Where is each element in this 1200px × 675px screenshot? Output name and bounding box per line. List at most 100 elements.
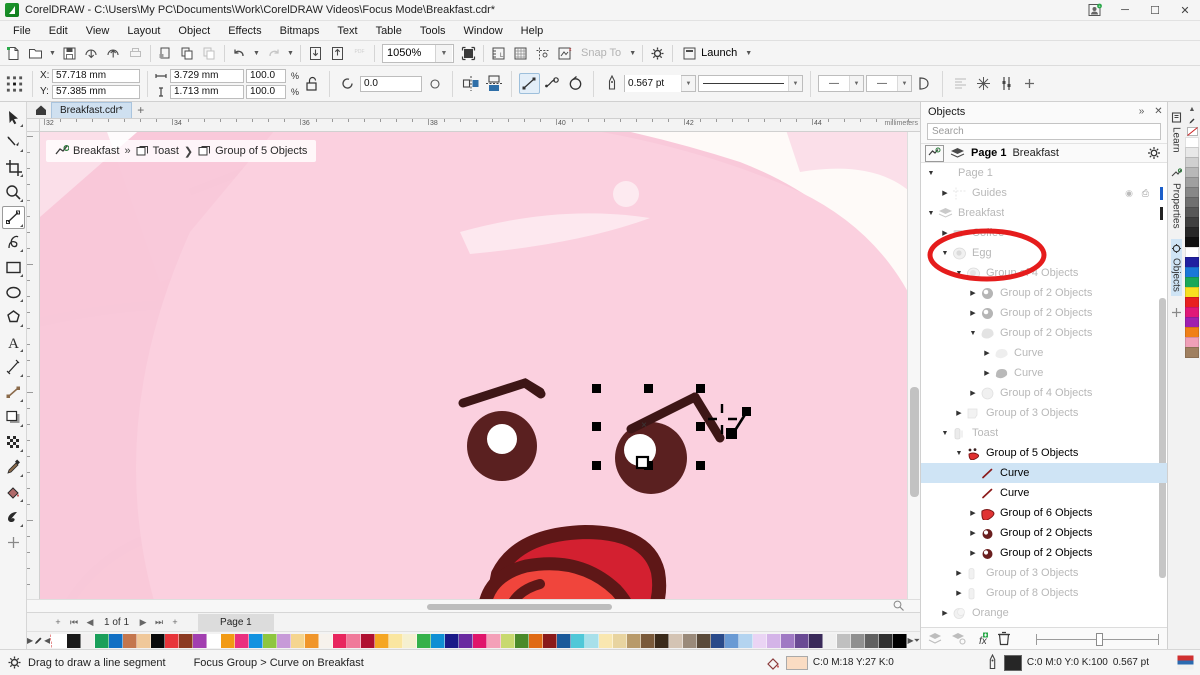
color-eyedropper-tool[interactable] <box>2 456 25 479</box>
save-icon[interactable] <box>59 43 80 64</box>
page-thumbnail-icon[interactable] <box>925 144 944 162</box>
layer-depth-slider[interactable] <box>1036 632 1159 646</box>
expand-arrow-open-icon[interactable]: ▼ <box>939 430 951 437</box>
export-file-icon[interactable] <box>327 43 348 64</box>
freehand-tool[interactable] <box>1 206 25 229</box>
palette-color-swatch[interactable] <box>109 633 124 648</box>
palette-color-swatch[interactable] <box>557 633 572 648</box>
palette-color-swatch[interactable] <box>473 633 488 648</box>
palette-color-swatch[interactable] <box>431 633 446 648</box>
import-icon[interactable] <box>81 43 102 64</box>
connector-tool[interactable] <box>2 381 25 404</box>
palette-color-swatch[interactable] <box>277 633 292 648</box>
tree-item[interactable]: ▶ Group of 4 Objects <box>921 383 1167 403</box>
tree-item[interactable]: ▼ Page 1 <box>921 163 1167 183</box>
palette-color-swatch[interactable] <box>669 633 684 648</box>
palette-color-swatch[interactable] <box>781 633 796 648</box>
text-tool[interactable]: A <box>2 331 25 354</box>
palette-color-swatch[interactable] <box>179 633 194 648</box>
right-palette-color-swatch[interactable] <box>1185 347 1199 358</box>
menu-effects[interactable]: Effects <box>219 23 270 39</box>
expand-arrow-closed-icon[interactable]: ▶ <box>939 229 951 237</box>
tree-item[interactable]: ▶ Curve <box>921 343 1167 363</box>
docker-collapse-button[interactable]: » <box>1133 102 1150 121</box>
palette-color-swatch[interactable] <box>207 633 222 648</box>
right-palette-nofill-icon[interactable] <box>1185 126 1199 137</box>
x-position-field[interactable]: 57.718 mm <box>52 68 140 83</box>
palette-color-swatch[interactable] <box>865 633 880 648</box>
menu-window[interactable]: Window <box>455 23 512 39</box>
interactive-fill-tool[interactable] <box>2 481 25 504</box>
color-proof-icon[interactable] <box>1177 655 1194 670</box>
auto-reduce-nodes-icon[interactable] <box>973 73 994 94</box>
zoom-tool[interactable] <box>2 181 25 204</box>
outline-width-combo[interactable]: 0.567 pt ▼ <box>624 75 697 92</box>
palette-color-swatch[interactable] <box>389 633 404 648</box>
palette-color-swatch[interactable] <box>403 633 418 648</box>
palette-color-swatch[interactable] <box>515 633 530 648</box>
maximize-button[interactable]: ☐ <box>1140 0 1170 21</box>
dock-tab-add[interactable] <box>1171 303 1182 322</box>
palette-color-swatch[interactable] <box>81 633 96 648</box>
palette-color-swatch[interactable] <box>249 633 264 648</box>
dock-tab-properties[interactable]: Properties <box>1171 164 1182 233</box>
tree-item[interactable]: ▼ Group of 4 Objects <box>921 263 1167 283</box>
expand-arrow-open-icon[interactable]: ▼ <box>925 210 937 217</box>
mirror-horizontal-icon[interactable] <box>460 73 481 94</box>
palette-color-swatch[interactable] <box>291 633 306 648</box>
palette-eyedropper-icon[interactable] <box>33 632 44 650</box>
expand-arrow-closed-icon[interactable]: ▶ <box>939 189 951 197</box>
vertical-scroll-thumb[interactable] <box>910 387 919 497</box>
palette-color-swatch[interactable] <box>613 633 628 648</box>
tree-item[interactable]: ▼ Group of 5 Objects <box>921 443 1167 463</box>
tree-item[interactable]: ▼ Egg <box>921 243 1167 263</box>
fill-color-group[interactable]: C:0 M:18 Y:27 K:0 <box>765 655 894 671</box>
new-object-icon[interactable]: fx <box>972 630 990 648</box>
palette-color-swatch[interactable] <box>823 633 838 648</box>
add-tools-button[interactable] <box>2 531 25 554</box>
options-gear-icon[interactable] <box>647 43 668 64</box>
launch-button[interactable]: Launch <box>677 43 742 64</box>
tree-item[interactable]: ▶Jam <box>921 623 1167 627</box>
tree-item[interactable]: ▶ Coffee <box>921 223 1167 243</box>
menu-layout[interactable]: Layout <box>118 23 169 39</box>
tree-item[interactable]: ▶ Group of 6 Objects <box>921 503 1167 523</box>
zoom-level-input[interactable] <box>383 44 435 62</box>
rotation-angle-field[interactable]: 0.0 <box>360 75 423 92</box>
palette-color-swatch[interactable] <box>753 633 768 648</box>
view-guides-icon[interactable] <box>532 43 553 64</box>
close-curve-icon[interactable] <box>565 73 586 94</box>
to-line-icon[interactable] <box>519 73 541 94</box>
mirror-vertical-icon[interactable] <box>483 73 504 94</box>
palette-color-swatch[interactable] <box>137 633 152 648</box>
close-button[interactable]: ✕ <box>1170 0 1200 21</box>
menu-bitmaps[interactable]: Bitmaps <box>271 23 329 39</box>
tree-item[interactable]: ▶ Group of 2 Objects <box>921 283 1167 303</box>
crop-tool[interactable] <box>2 156 25 179</box>
last-page-button[interactable]: ⏭ <box>152 615 166 630</box>
expand-arrow-closed-icon[interactable]: ▶ <box>967 309 979 317</box>
palette-color-swatch[interactable] <box>459 633 474 648</box>
visibility-eye-icon[interactable]: ◉ <box>1125 188 1133 199</box>
palette-color-swatch[interactable] <box>445 633 460 648</box>
expand-arrow-open-icon[interactable]: ▼ <box>953 270 965 277</box>
menu-table[interactable]: Table <box>367 23 411 39</box>
expand-arrow-closed-icon[interactable]: ▶ <box>967 549 979 557</box>
docker-close-button[interactable]: ✕ <box>1150 102 1167 121</box>
expand-arrow-closed-icon[interactable]: ▶ <box>967 509 979 517</box>
palette-color-swatch[interactable] <box>487 633 502 648</box>
breadcrumb-item-breakfast[interactable]: Breakfast <box>55 144 119 158</box>
tree-item[interactable]: ▼ Breakfast <box>921 203 1167 223</box>
page-tab-page1[interactable]: Page 1 <box>198 613 274 631</box>
palette-color-swatch[interactable] <box>501 633 516 648</box>
transparency-tool[interactable] <box>2 431 25 454</box>
right-palette-eyedropper-icon[interactable] <box>1185 115 1199 126</box>
view-rulers-icon[interactable]: L <box>488 43 509 64</box>
palette-color-swatch[interactable] <box>333 633 348 648</box>
tree-item[interactable]: ▶ Curve <box>921 363 1167 383</box>
drop-shadow-tool[interactable] <box>2 406 25 429</box>
vertical-ruler[interactable] <box>27 132 40 599</box>
palette-color-swatch[interactable] <box>683 633 698 648</box>
outline-color-group[interactable]: C:0 M:0 Y:0 K:100 0.567 pt <box>986 654 1149 671</box>
palette-color-swatch[interactable] <box>543 633 558 648</box>
